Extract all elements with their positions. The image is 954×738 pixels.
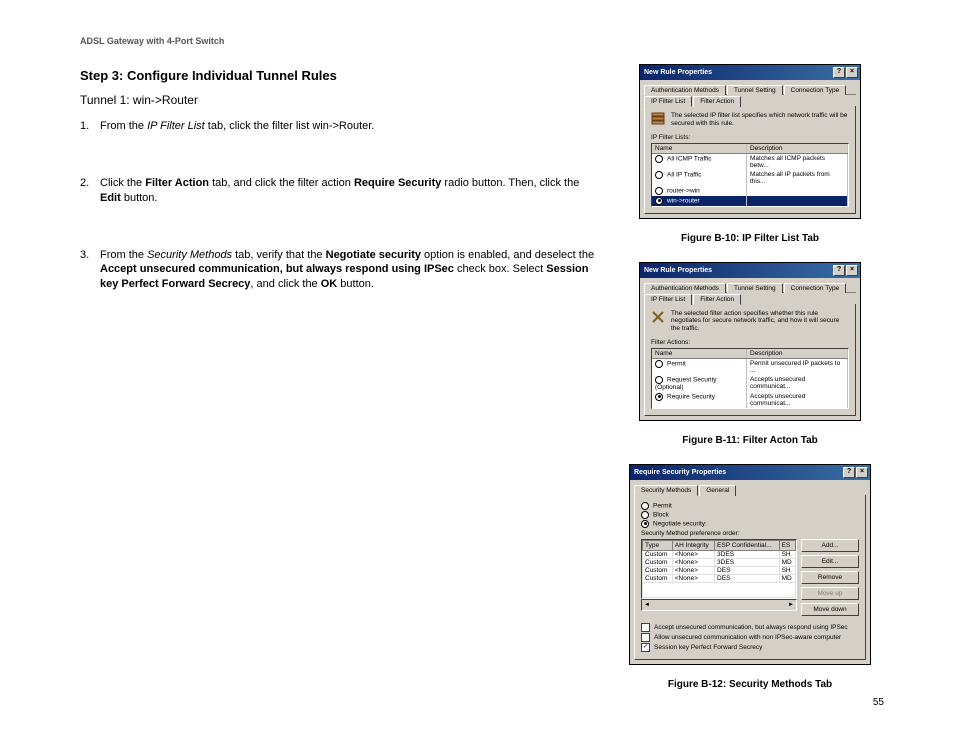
chk-allow[interactable]: Allow unsecured communication with non I…	[641, 633, 859, 642]
info-text: The selected IP filter list specifies wh…	[671, 112, 849, 128]
ip-filter-list[interactable]: Name Description All ICMP TrafficMatches…	[651, 143, 849, 207]
help-button[interactable]: ?	[833, 265, 845, 276]
step-title: Step 3: Configure Individual Tunnel Rule…	[80, 68, 600, 83]
chk-accept[interactable]: Accept unsecured communication, but alwa…	[641, 623, 859, 632]
close-button[interactable]: ×	[846, 67, 858, 78]
help-button[interactable]: ?	[833, 67, 845, 78]
moveup-button[interactable]: Move up	[801, 587, 859, 600]
group-label: IP Filter Lists:	[651, 134, 849, 141]
fig-b10-dialog: New Rule Properties ? × Authentication M…	[639, 64, 861, 219]
fig-b12-caption: Figure B-12: Security Methods Tab	[668, 679, 832, 690]
edit-button[interactable]: Edit...	[801, 555, 859, 568]
tunnel-title: Tunnel 1: win->Router	[80, 93, 600, 107]
fig-b10-caption: Figure B-10: IP Filter List Tab	[681, 233, 819, 244]
tab-auth[interactable]: Authentication Methods	[644, 283, 726, 293]
text-column: Step 3: Configure Individual Tunnel Rule…	[80, 64, 600, 708]
filter-actions-list[interactable]: Name Description PermitPermit unsecured …	[651, 348, 849, 409]
info-text: The selected filter action specifies whe…	[671, 310, 849, 333]
step-3: From the Security Methods tab, verify th…	[80, 248, 600, 293]
page-number: 55	[873, 697, 884, 708]
help-button[interactable]: ?	[843, 467, 855, 478]
tab-filteraction[interactable]: Filter Action	[693, 96, 741, 107]
fig-b11-caption: Figure B-11: Filter Acton Tab	[682, 435, 818, 446]
close-button[interactable]: ×	[856, 467, 868, 478]
filter-list-icon	[651, 112, 665, 126]
fig-b11-dialog: New Rule Properties ? × Authentication M…	[639, 262, 861, 421]
dialog-title: New Rule Properties	[644, 267, 712, 274]
close-button[interactable]: ×	[846, 265, 858, 276]
tab-conn[interactable]: Connection Type	[784, 283, 847, 293]
dialog-title: Require Security Properties	[634, 469, 726, 476]
group-label: Filter Actions:	[651, 339, 849, 346]
step-2: Click the Filter Action tab, and click t…	[80, 176, 600, 206]
tab-auth[interactable]: Authentication Methods	[644, 85, 726, 95]
tab-security-methods[interactable]: Security Methods	[634, 485, 698, 496]
tab-tunnel[interactable]: Tunnel Setting	[727, 283, 783, 293]
dialog-title: New Rule Properties	[644, 69, 712, 76]
pref-label: Security Method preference order:	[641, 530, 859, 537]
tab-ipfilter[interactable]: IP Filter List	[644, 96, 692, 107]
fig-b12-dialog: Require Security Properties ? × Security…	[629, 464, 871, 665]
tab-ipfilter[interactable]: IP Filter List	[644, 294, 692, 305]
radio-negotiate[interactable]: Negotiate security:	[641, 520, 859, 528]
filter-action-icon	[651, 310, 665, 324]
tab-general[interactable]: General	[699, 485, 736, 496]
methods-table[interactable]: TypeAH IntegrityESP Confidential...ES Cu…	[641, 539, 797, 599]
h-scrollbar[interactable]: ◄►	[641, 599, 797, 611]
chk-pfs[interactable]: Session key Perfect Forward Secrecy	[641, 643, 859, 652]
step-1: From the IP Filter List tab, click the f…	[80, 119, 600, 134]
movedown-button[interactable]: Move down	[801, 603, 859, 616]
button-column: Add... Edit... Remove Move up Move down	[801, 539, 859, 619]
figures-column: New Rule Properties ? × Authentication M…	[620, 64, 880, 708]
radio-permit[interactable]: Permit	[641, 502, 859, 510]
tab-tunnel[interactable]: Tunnel Setting	[727, 85, 783, 95]
tab-conn[interactable]: Connection Type	[784, 85, 847, 95]
tab-filteraction[interactable]: Filter Action	[693, 294, 741, 305]
add-button[interactable]: Add...	[801, 539, 859, 552]
remove-button[interactable]: Remove	[801, 571, 859, 584]
page-header: ADSL Gateway with 4-Port Switch	[80, 36, 894, 46]
radio-block[interactable]: Block	[641, 511, 859, 519]
